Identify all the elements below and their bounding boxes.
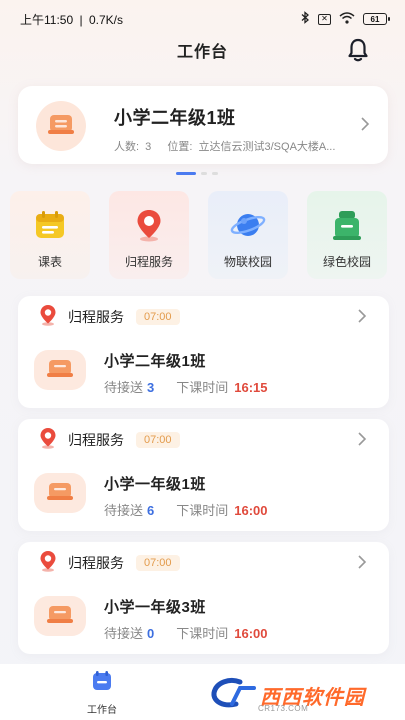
pending-label: 待接送 — [104, 626, 144, 641]
location-value: 立达信云测试3/SQA大楼A... — [198, 141, 336, 153]
menu-label: 物联校园 — [223, 255, 272, 269]
chevron-right-icon — [357, 431, 367, 447]
location-pin-icon — [38, 304, 58, 331]
chevron-right-icon — [360, 116, 370, 132]
carousel-indicator — [176, 172, 218, 175]
tab-workbench[interactable]: 工作台 — [80, 670, 124, 716]
class-board-icon — [46, 357, 74, 384]
class-avatar — [34, 350, 86, 390]
menu-label: 课表 — [37, 255, 62, 269]
menu-label: 归程服务 — [124, 255, 173, 269]
status-bar: 上午11:50 | 0.7K/s ✕ 61 — [0, 0, 405, 38]
status-right: ✕ 61 — [300, 11, 390, 27]
calendar-icon — [32, 207, 68, 243]
service-info: 待接送 6 下课时间 16:00 — [104, 500, 268, 519]
network-speed: 0.7K/s — [88, 12, 123, 27]
service-class-name: 小学二年级1班 — [104, 353, 206, 370]
service-card-header: 归程服务 07:00 — [38, 304, 180, 331]
status-time: 上午11:50 — [20, 12, 74, 27]
wifi-icon — [339, 11, 355, 27]
service-info: 待接送 3 下课时间 16:15 — [104, 377, 268, 396]
service-title: 归程服务 — [68, 432, 124, 448]
end-time-label: 下课时间 — [176, 380, 229, 395]
end-time-label: 下课时间 — [176, 626, 229, 641]
pending-count: 0 — [147, 626, 155, 641]
service-card[interactable]: 归程服务 07:00 小学二年级1班 待接送 3 下课时间 16:15 — [18, 296, 389, 408]
pending-count: 6 — [147, 503, 155, 518]
location-pin-icon — [38, 427, 58, 454]
class-meta: 人数: 3 位置: 立达信云测试3/SQA大楼A... — [114, 138, 335, 154]
pending-count: 3 — [147, 380, 155, 395]
end-time: 16:00 — [234, 503, 268, 518]
class-board-icon — [46, 480, 74, 507]
planet-icon — [230, 207, 266, 243]
page-title: 工作台 — [176, 44, 228, 61]
service-time-badge: 07:00 — [136, 432, 180, 448]
status-left: 上午11:50 | 0.7K/s — [20, 11, 123, 28]
service-time-badge: 07:00 — [136, 309, 180, 325]
service-class-name: 小学一年级1班 — [104, 476, 206, 493]
location-label: 位置: — [167, 141, 193, 153]
class-name: 小学二年级1班 — [114, 108, 236, 128]
carousel-dot[interactable] — [212, 172, 218, 175]
menu-item-schedule[interactable]: 课表 — [10, 191, 90, 279]
service-title: 归程服务 — [68, 555, 124, 571]
service-title: 归程服务 — [68, 309, 124, 325]
battery-icon: 61 — [363, 13, 390, 25]
service-time-badge: 07:00 — [136, 555, 180, 571]
service-card[interactable]: 归程服务 07:00 小学一年级1班 待接送 6 下课时间 16:00 — [18, 419, 389, 531]
carousel-dot-active[interactable] — [176, 172, 196, 175]
class-board-icon — [47, 112, 75, 141]
menu-item-return-service[interactable]: 归程服务 — [109, 191, 189, 279]
end-time: 16:15 — [234, 380, 268, 395]
count-label: 人数: — [114, 141, 140, 153]
location-pin-icon — [131, 207, 167, 243]
header: 工作台 — [0, 36, 405, 64]
workbench-icon — [91, 670, 113, 697]
menu-item-iot-campus[interactable]: 物联校园 — [208, 191, 288, 279]
class-avatar — [34, 596, 86, 636]
end-time: 16:00 — [234, 626, 268, 641]
watermark-url: CR173.COM — [258, 704, 309, 713]
class-avatar — [36, 101, 86, 151]
no-sim-icon: ✕ — [318, 13, 331, 25]
service-class-name: 小学一年级3班 — [104, 599, 206, 616]
service-info: 待接送 0 下课时间 16:00 — [104, 623, 268, 642]
pending-label: 待接送 — [104, 503, 144, 518]
class-board-icon — [46, 603, 74, 630]
status-separator: | — [79, 12, 83, 27]
class-avatar — [34, 473, 86, 513]
carousel-dot[interactable] — [201, 172, 207, 175]
bluetooth-icon — [300, 11, 310, 27]
menu-label: 绿色校园 — [322, 255, 371, 269]
end-time-label: 下课时间 — [176, 503, 229, 518]
tab-label: 工作台 — [87, 705, 117, 716]
pending-label: 待接送 — [104, 380, 144, 395]
service-card-header: 归程服务 07:00 — [38, 550, 180, 577]
service-card-header: 归程服务 07:00 — [38, 427, 180, 454]
service-card[interactable]: 归程服务 07:00 小学一年级3班 待接送 0 下课时间 16:00 — [18, 542, 389, 654]
menu-item-green-campus[interactable]: 绿色校园 — [307, 191, 387, 279]
cr-logo-icon — [210, 676, 260, 715]
recycle-bin-icon — [329, 207, 365, 243]
bell-icon[interactable] — [347, 38, 369, 62]
member-count: 3 — [145, 141, 152, 153]
chevron-right-icon — [357, 308, 367, 324]
class-card[interactable]: 小学二年级1班 人数: 3 位置: 立达信云测试3/SQA大楼A... — [18, 86, 388, 164]
battery-level: 61 — [370, 14, 380, 24]
chevron-right-icon — [357, 554, 367, 570]
location-pin-icon — [38, 550, 58, 577]
